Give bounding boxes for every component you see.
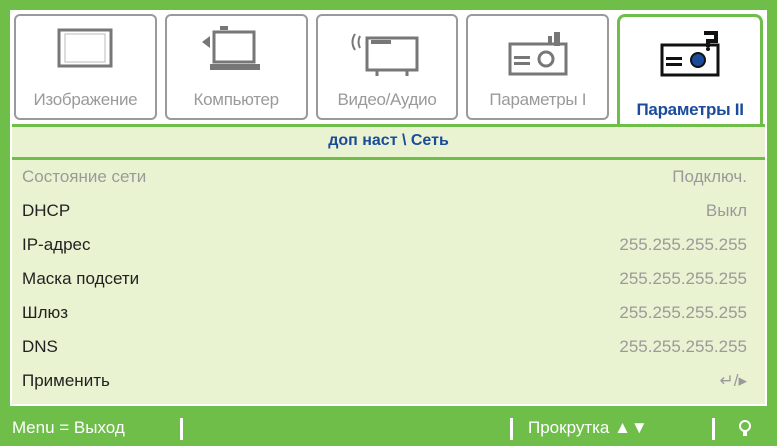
monitor-icon [57,28,113,68]
row-value: Выкл [705,201,747,220]
projector-icon [508,32,568,76]
tab-settings-2[interactable]: Параметры II [617,14,763,128]
tab-bar: Изображение Компьютер Видео/Аудио Параме… [14,14,763,128]
row-label: Применить [22,371,110,390]
settings-list: Состояние сети Подключ. DHCP Выкл IP-адр… [12,160,765,404]
tab-label: Компьютер [193,90,280,109]
row-value: 255.255.255.255 [619,337,747,356]
tab-image[interactable]: Изображение [14,14,157,120]
row-dhcp[interactable]: DHCP Выкл [12,194,765,228]
row-network-status: Состояние сети Подключ. [12,160,765,194]
footer-bar: Menu = Выход Прокрутка ▲▼ [0,412,777,446]
row-apply[interactable]: Применить ↵/▸ [12,364,765,398]
row-label: IP-адрес [22,235,91,254]
tab-settings-1[interactable]: Параметры I [466,14,610,120]
row-value: Подключ. [672,167,747,186]
row-ip-address[interactable]: IP-адрес 255.255.255.255 [12,228,765,262]
footer-separator [180,418,183,440]
tab-label: Параметры I [489,90,587,109]
footer-separator [510,418,513,440]
osd-frame: Изображение Компьютер Видео/Аудио Параме… [0,0,777,446]
laptop-icon [202,26,261,70]
tab-label: Изображение [33,90,138,109]
menu-exit-hint: Menu = Выход [12,418,125,437]
row-gateway[interactable]: Шлюз 255.255.255.255 [12,296,765,330]
osd-window: Изображение Компьютер Видео/Аудио Параме… [8,8,769,408]
tab-computer[interactable]: Компьютер [164,14,308,120]
video-audio-icon [351,33,419,76]
row-label: Состояние сети [22,167,147,186]
row-value: 255.255.255.255 [619,269,747,288]
row-value: 255.255.255.255 [619,303,747,322]
tab-video-audio[interactable]: Видео/Аудио [315,14,459,120]
row-label: Шлюз [22,303,69,322]
tab-label: Видео/Аудио [337,90,437,109]
footer-separator [712,418,715,440]
tab-label: Параметры II [636,100,744,119]
projector-settings-icon [660,31,720,77]
bulb-icon [739,420,751,436]
row-dns[interactable]: DNS 255.255.255.255 [12,330,765,364]
row-value: ↵/▸ [719,371,747,390]
scroll-hint: Прокрутка ▲▼ [528,418,648,437]
row-subnet-mask[interactable]: Маска подсети 255.255.255.255 [12,262,765,296]
row-value: 255.255.255.255 [619,235,747,254]
section-header: доп наст \ Сеть [12,124,765,160]
row-label: DHCP [22,201,71,220]
row-label: DNS [22,337,58,356]
section-title: доп наст \ Сеть [328,132,449,149]
row-label: Маска подсети [22,269,140,288]
